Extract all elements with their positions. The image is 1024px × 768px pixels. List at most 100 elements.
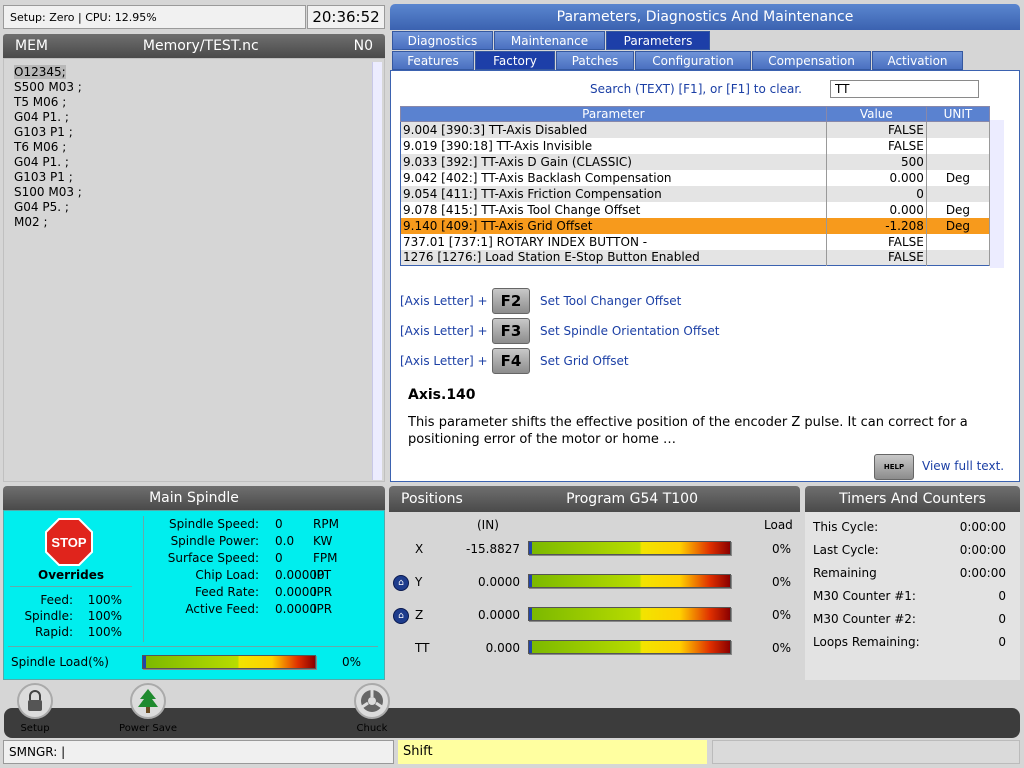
program-file: Memory/TEST.nc: [142, 38, 259, 54]
load-fill: [529, 575, 532, 587]
timer-row: M30 Counter #1: 0: [813, 589, 1006, 603]
tab-compensation[interactable]: Compensation: [752, 51, 871, 70]
tab-factory[interactable]: Factory: [475, 51, 555, 70]
table-row[interactable]: 9.004 [390:3] TT-Axis Disabled FALSE: [400, 121, 991, 138]
program-line[interactable]: G04 P1. ;: [14, 155, 82, 170]
help-button[interactable]: HELP: [874, 454, 914, 480]
cell-unit: [926, 137, 991, 154]
power-save-button[interactable]: Power Save: [118, 683, 178, 734]
divider: [8, 646, 378, 647]
table-scrollbar[interactable]: [990, 120, 1004, 268]
positions-load-label: Load: [764, 518, 793, 532]
table-row[interactable]: 9.078 [415:] TT-Axis Tool Change Offset 0…: [400, 201, 991, 218]
positions-program: Program G54 T100: [566, 491, 698, 507]
chuck-label: Chuck: [356, 723, 388, 734]
timer-value: 0: [998, 612, 1006, 626]
cell-value: 0: [826, 185, 927, 202]
program-line[interactable]: T6 M06 ;: [14, 140, 82, 155]
search-input[interactable]: [830, 80, 979, 98]
table-row[interactable]: 9.042 [402:] TT-Axis Backlash Compensati…: [400, 169, 991, 186]
lock-icon: [17, 683, 53, 719]
overrides-title: Overrides: [38, 568, 104, 582]
cell-value: FALSE: [826, 233, 927, 250]
axis-position: 0.000: [485, 641, 520, 655]
cell-name: 9.042 [402:] TT-Axis Backlash Compensati…: [400, 169, 827, 186]
tab-features[interactable]: Features: [392, 51, 474, 70]
program-line[interactable]: O12345;: [14, 65, 82, 80]
program-scrollbar[interactable]: [372, 62, 382, 480]
program-line-text: O12345;: [14, 65, 66, 79]
cell-name: 9.054 [411:] TT-Axis Friction Compensati…: [400, 185, 827, 202]
tab-parameters[interactable]: Parameters: [606, 31, 710, 50]
program-line[interactable]: G103 P1 ;: [14, 170, 82, 185]
table-row[interactable]: 9.033 [392:] TT-Axis D Gain (CLASSIC) 500: [400, 153, 991, 170]
spindle-load-bar: [142, 655, 316, 669]
key-hint-row: [Axis Letter] + F4 Set Grid Offset: [400, 348, 629, 374]
axis-position: 0.0000: [478, 575, 520, 589]
program-line[interactable]: S500 M03 ;: [14, 80, 82, 95]
axis-load-bar: [528, 574, 731, 588]
cell-unit: [926, 249, 991, 266]
timer-row: Loops Remaining: 0: [813, 635, 1006, 649]
axis-position: -15.8827: [466, 542, 520, 556]
timer-value: 0: [998, 589, 1006, 603]
program-line[interactable]: M02 ;: [14, 215, 82, 230]
program-line[interactable]: G103 P1 ;: [14, 125, 82, 140]
command-input[interactable]: SMNGR: |: [3, 740, 394, 764]
override-row: Rapid: 100%: [10, 625, 122, 639]
key-hint-prefix: [Axis Letter] +: [400, 354, 488, 368]
override-row: Spindle: 100%: [10, 609, 122, 623]
cell-name: 9.078 [415:] TT-Axis Tool Change Offset: [400, 201, 827, 218]
program-line[interactable]: S100 M03 ;: [14, 185, 82, 200]
tab-patches[interactable]: Patches: [556, 51, 634, 70]
setup-button[interactable]: Setup: [5, 683, 65, 734]
axis-label: Y: [415, 575, 423, 589]
timer-row: Remaining 0:00:00: [813, 566, 1006, 580]
timer-value: 0:00:00: [959, 520, 1006, 534]
table-row[interactable]: 9.019 [390:18] TT-Axis Invisible FALSE: [400, 137, 991, 154]
f2-key-button[interactable]: F2: [492, 288, 530, 314]
program-editor[interactable]: O12345; S500 M03 ; T5 M06 ; G04 P1. ; G103 P…: [3, 58, 385, 482]
tab-activation[interactable]: Activation: [872, 51, 963, 70]
parameter-table: Parameter Value UNIT 9.004 [390:3] TT-Ax…: [400, 106, 991, 266]
override-value: 100%: [87, 625, 122, 639]
view-full-text-link[interactable]: View full text.: [922, 459, 1004, 473]
override-row: Feed: 100%: [10, 593, 122, 607]
help-title: Axis.140: [408, 387, 476, 403]
stat-value: 0: [275, 551, 283, 565]
chuck-button[interactable]: Chuck: [342, 683, 402, 734]
chuck-icon: [354, 683, 390, 719]
pdm-title: Parameters, Diagnostics And Maintenance: [390, 4, 1020, 30]
stat-value: 0.00000: [275, 568, 325, 582]
table-row[interactable]: 1276 [1276:] Load Station E-Stop Button …: [400, 249, 991, 266]
cell-unit: [926, 233, 991, 250]
spindle-stat: Surface Speed: 0 FPM: [146, 551, 353, 565]
key-hint-desc: Set Spindle Orientation Offset: [540, 324, 720, 338]
f4-key-button[interactable]: F4: [492, 348, 530, 374]
table-row[interactable]: 9.054 [411:] TT-Axis Friction Compensati…: [400, 185, 991, 202]
tab-configuration[interactable]: Configuration: [635, 51, 751, 70]
program-line[interactable]: G04 P5. ;: [14, 200, 82, 215]
search-label: Search (TEXT) [F1], or [F1] to clear.: [590, 82, 802, 96]
stat-unit: IPT: [313, 568, 332, 582]
timer-row: Last Cycle: 0:00:00: [813, 543, 1006, 557]
position-row: TT 0.000 0%: [389, 638, 800, 658]
spindle-load-label: Spindle Load(%): [11, 655, 109, 669]
axis-position: 0.0000: [478, 608, 520, 622]
stat-unit: KW: [313, 534, 333, 548]
program-line[interactable]: G04 P1. ;: [14, 110, 82, 125]
stat-unit: IPR: [313, 602, 333, 616]
table-row[interactable]: 9.140 [409:] TT-Axis Grid Offset -1.208 De…: [400, 217, 991, 234]
f3-key-button[interactable]: F3: [492, 318, 530, 344]
table-row[interactable]: 737.01 [737:1] ROTARY INDEX BUTTON - FALS…: [400, 233, 991, 250]
stat-unit: FPM: [313, 551, 338, 565]
tab-diagnostics[interactable]: Diagnostics: [392, 31, 493, 50]
key-hint-row: [Axis Letter] + F3 Set Spindle Orientati…: [400, 318, 719, 344]
override-label: Rapid:: [34, 625, 73, 639]
key-hint-prefix: [Axis Letter] +: [400, 294, 488, 308]
cell-value: FALSE: [826, 137, 927, 154]
positions-header: Positions Program G54 T100: [389, 486, 800, 512]
position-row: ⌂ Z 0.0000 0%: [389, 605, 800, 625]
program-line[interactable]: T5 M06 ;: [14, 95, 82, 110]
tab-maintenance[interactable]: Maintenance: [494, 31, 605, 50]
